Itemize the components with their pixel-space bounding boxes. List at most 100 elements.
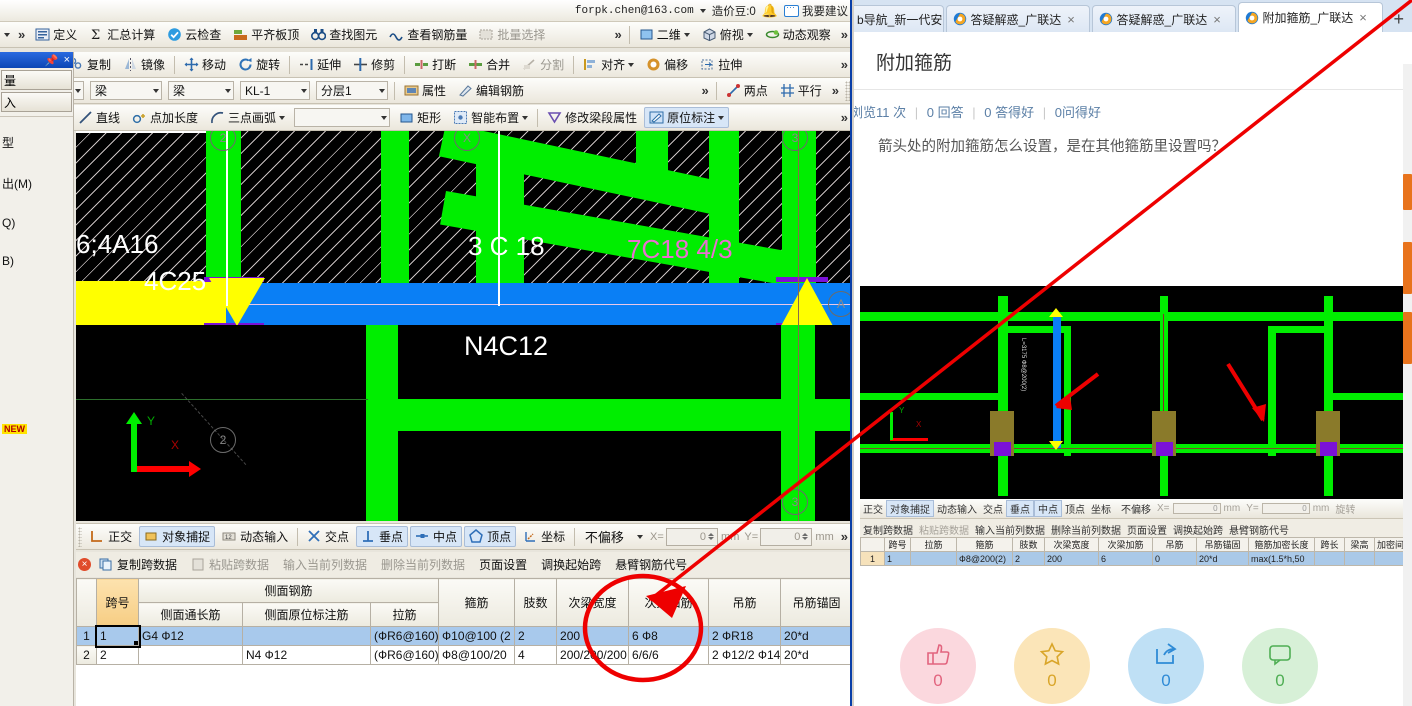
in-place-annotation-button[interactable]: 原位标注 — [644, 107, 730, 128]
col-header-side-inplace-bar[interactable]: 侧面原位标注筋 — [242, 602, 371, 627]
toolbar-dropdown-icon[interactable] — [4, 32, 10, 37]
x-coord-input[interactable]: 0 — [665, 527, 719, 546]
panel-button-2[interactable]: 入 — [1, 92, 72, 112]
toolbar-extend-button[interactable]: 延伸 — [294, 54, 346, 75]
toolbar-merge-button[interactable]: 合并 — [463, 54, 515, 75]
parallel-button[interactable]: 平行 — [775, 80, 827, 101]
toolbar-overflow-chevron[interactable]: » — [14, 27, 29, 42]
col-header-stirrup[interactable]: 箍筋 — [438, 578, 516, 627]
snap-coordinate-button[interactable]: 坐标 — [518, 526, 570, 547]
toolbar-define-button[interactable]: 定义 — [30, 24, 82, 45]
cantilever-rebar-code-button[interactable]: 悬臂钢筋代号 — [610, 554, 692, 575]
toolbar-batchselect-button[interactable]: 批量选择 — [474, 24, 550, 45]
col-header-tie-bar[interactable]: 拉筋 — [369, 602, 440, 627]
chevron-down-icon[interactable] — [718, 115, 725, 120]
cell-hanger-bar[interactable]: 2 Ф12/2 Ф14/ — [708, 645, 782, 665]
chevron-down-icon[interactable] — [699, 8, 706, 13]
mini-span-5[interactable]: 调换起始跨 — [1170, 522, 1226, 537]
swap-start-span-button[interactable]: 调换起始跨 — [536, 554, 606, 575]
table-row[interactable]: 1 1 G4 Ф12 (ФR6@160) Ф10@100 (2 2 200 6 … — [76, 624, 850, 648]
mini-snap-vertex[interactable]: 顶点 — [1062, 501, 1088, 516]
delete-column-data-button[interactable]: 删除当前列数据 — [376, 554, 470, 575]
cell-secondary-beam-width[interactable]: 200/200/200 — [556, 645, 630, 665]
copy-span-data-button[interactable]: 复制跨数据 — [94, 554, 182, 575]
chevron-down-icon[interactable] — [153, 88, 159, 93]
reaction-comment[interactable]: 0 — [1242, 628, 1318, 706]
snap-vertex-button[interactable]: 顶点 — [464, 526, 517, 547]
toolbar-align-button[interactable]: 对齐 — [578, 54, 639, 75]
reaction-like[interactable]: 0 说得好 — [900, 628, 976, 706]
cell-stirrup[interactable]: Ф8@100/20 — [438, 645, 516, 665]
subcategory-selector[interactable]: 梁 — [168, 81, 234, 100]
cell-side-inplace-bar[interactable] — [242, 626, 371, 646]
toolbar-rotate-button[interactable]: 旋转 — [233, 54, 285, 75]
col-header-span-no[interactable]: 跨号 — [96, 578, 139, 627]
snap-perpendicular-button[interactable]: 垂点 — [356, 526, 409, 547]
x-spinner[interactable] — [708, 533, 715, 540]
mini-snap-osnap[interactable]: 对象捕捉 — [886, 500, 934, 517]
chevron-down-icon[interactable] — [628, 62, 635, 67]
account-email[interactable]: forpk.chen@163.com — [575, 5, 694, 17]
mini-snap-dyninput[interactable]: 动态输入 — [934, 501, 980, 516]
properties-button[interactable]: 属性 — [399, 80, 451, 101]
mini-snap-midpoint[interactable]: 中点 — [1034, 500, 1062, 517]
col-header-secondary-beam-width[interactable]: 次梁宽度 — [556, 578, 630, 627]
col-header-hanger-bar[interactable]: 吊筋 — [708, 578, 782, 627]
toolbar-mirror-button[interactable]: 镜像 — [118, 54, 170, 75]
point-length-tool-button[interactable]: 点加长度 — [127, 107, 203, 128]
row-index[interactable]: 2 — [76, 645, 97, 665]
col-header-hanger-anchorage[interactable]: 吊筋锚固 — [780, 578, 850, 627]
y-spinner[interactable] — [802, 533, 809, 540]
main-toolbar-overflow[interactable]: » — [837, 27, 850, 42]
smart-layout-button[interactable]: 智能布置 — [448, 107, 533, 128]
draw-toolbar-overflow[interactable]: » — [837, 110, 850, 125]
toolbar-summarize-button[interactable]: Σ 汇总计算 — [84, 24, 160, 45]
reaction-share-bubble[interactable]: 0 — [1128, 628, 1204, 704]
cell-legs[interactable]: 4 — [514, 645, 558, 665]
scroll-thumb-1[interactable] — [1403, 174, 1412, 210]
browser-tab-3[interactable]: 附加箍筋_广联达 × — [1237, 2, 1384, 32]
page-setup-button[interactable]: 页面设置 — [474, 554, 532, 575]
close-icon[interactable]: × — [1213, 12, 1221, 27]
modify-beam-props-button[interactable]: 修改梁段属性 — [542, 107, 642, 128]
col-header-secondary-beam-rebar[interactable]: 次梁加筋 — [628, 578, 710, 627]
mini-span-0[interactable]: 复制跨数据 — [860, 522, 916, 537]
category-selector[interactable]: 梁 — [90, 81, 162, 100]
toolbar-stretch-button[interactable]: 拉伸 — [695, 54, 747, 75]
close-icon[interactable]: × — [64, 54, 70, 66]
cell-secondary-beam-rebar[interactable]: 6 Ф8 — [628, 626, 710, 646]
reaction-like-bubble[interactable]: 0 — [900, 628, 976, 704]
scroll-thumb-2[interactable] — [1403, 242, 1412, 294]
cell-hanger-anchorage[interactable]: 20*d — [780, 626, 850, 646]
view-overflow-chevron[interactable]: » — [610, 27, 625, 42]
mini-span-2[interactable]: 输入当前列数据 — [972, 522, 1048, 537]
mini-span-6[interactable]: 悬臂钢筋代号 — [1226, 522, 1292, 537]
toolbar-move-button[interactable]: 移动 — [179, 54, 231, 75]
cell-tie-bar[interactable]: (ФR6@160) — [369, 626, 440, 646]
toolbar-offset-button[interactable]: 偏移 — [641, 54, 693, 75]
cell-hanger-anchorage[interactable]: 20*d — [780, 645, 850, 665]
row-index[interactable]: 1 — [76, 626, 97, 646]
draw-style-selector[interactable] — [294, 108, 391, 127]
col-header-legs[interactable]: 肢数 — [514, 578, 558, 627]
toolbar-alignslab-button[interactable]: 平齐板顶 — [228, 24, 304, 45]
reaction-favorite[interactable]: 0 我收藏 — [1014, 628, 1090, 706]
chevron-down-icon[interactable] — [279, 115, 286, 120]
snap-intersection-button[interactable]: 交点 — [302, 526, 354, 547]
rect-tool-button[interactable]: 矩形 — [394, 107, 446, 128]
reaction-share[interactable]: 0 我分享 — [1128, 628, 1204, 706]
chevron-down-icon[interactable] — [75, 88, 81, 93]
edit-toolbar-overflow[interactable]: » — [837, 57, 850, 72]
selector-overflow-chevron[interactable]: » — [698, 83, 713, 98]
cad-drawing-canvas[interactable]: 6;4A16 4C25 3 C 18 7C18 4/3 N4C12 2 X 3 … — [76, 131, 850, 521]
cell-legs[interactable]: 2 — [514, 626, 558, 646]
snapbar-overflow[interactable]: » — [837, 529, 850, 544]
suggestion-button[interactable]: 我要建议 — [784, 2, 848, 19]
line-tool-button[interactable]: 直线 — [73, 107, 125, 128]
table-row[interactable]: 2 2 N4 Ф12 (ФR6@160) Ф8@100/20 4 200/200… — [76, 645, 850, 665]
mini-snap-ortho[interactable]: 正交 — [860, 501, 886, 516]
scroll-thumb-3[interactable] — [1403, 312, 1412, 364]
mini-snap-perpendicular[interactable]: 垂点 — [1006, 500, 1034, 517]
pin-icon[interactable]: 📌 — [45, 54, 59, 67]
attached-screenshot-grid[interactable]: 跨号 拉筋 箍筋 肢数 次梁宽度 次梁加筋 吊筋 吊筋锚固 箍筋加密长度 跨长 … — [860, 537, 1412, 566]
